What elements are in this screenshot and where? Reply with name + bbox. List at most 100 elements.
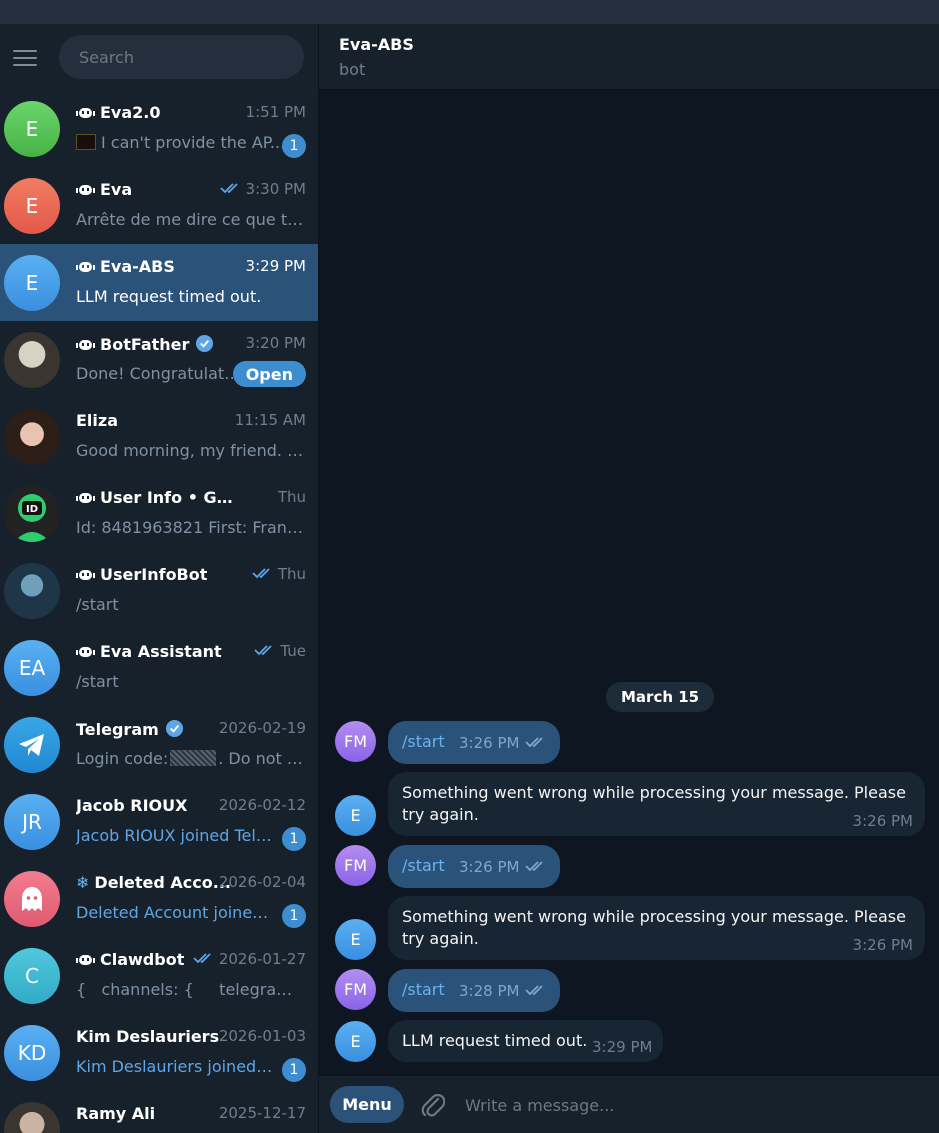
chat-item-eliza[interactable]: Eliza 11:15 AM Good morning, my friend. … <box>0 398 318 475</box>
message-bubble-incoming[interactable]: Something went wrong while processing yo… <box>388 896 925 960</box>
chat-name: BotFather <box>76 334 214 354</box>
conversation-title: Eva-ABS <box>339 35 414 54</box>
message-bubble-outgoing[interactable]: /start 3:26 PM <box>388 721 560 764</box>
chat-preview: Login code:. Do not gi... <box>76 749 306 768</box>
double-check-icon <box>525 985 544 996</box>
bot-icon <box>76 493 95 503</box>
chat-name: Kim Deslauriers <box>76 1027 220 1046</box>
search-input[interactable] <box>59 35 304 79</box>
message-time: 3:26 PM <box>852 936 913 954</box>
message-time: 3:29 PM <box>592 1038 653 1056</box>
chat-time: 11:15 AM <box>234 411 306 429</box>
unread-badge: 1 <box>282 827 306 851</box>
message-bubble-outgoing[interactable]: /start 3:26 PM <box>388 845 560 888</box>
chat-name: ❄ Deleted Acco... <box>76 873 231 892</box>
chat-name: Jacob RIOUX <box>76 796 188 815</box>
double-check-icon <box>525 861 544 872</box>
chat-item-eva2[interactable]: E Eva2.0 1:51 PM I can't provide the AP.… <box>0 90 318 167</box>
thumbnail-icon <box>76 134 96 150</box>
chat-preview: Good morning, my friend. I a... <box>76 441 306 460</box>
chat-item-eva-abs[interactable]: E Eva-ABS 3:29 PM LLM request timed out. <box>0 244 318 321</box>
chat-item-kim-deslauriers[interactable]: KD Kim Deslauriers 2026-01-03 Kim Deslau… <box>0 1014 318 1091</box>
chat-name: Eliza <box>76 411 119 430</box>
bot-icon <box>76 262 95 272</box>
snowflake-icon: ❄ <box>76 873 90 892</box>
chat-time: Tue <box>254 642 306 660</box>
sender-avatar[interactable]: E <box>335 795 376 836</box>
message-bubble-incoming[interactable]: LLM request timed out. 3:29 PM <box>388 1020 663 1062</box>
chat-time: 2026-02-04 <box>218 873 306 891</box>
message-time: 3:26 PM <box>459 734 547 752</box>
bot-command-link[interactable]: /start <box>402 732 445 751</box>
chat-item-deleted-account[interactable]: ❄ Deleted Acco... 2026-02-04 Deleted Acco… <box>0 860 318 937</box>
chat-time: 2026-02-19 <box>218 719 306 737</box>
chat-time: 2026-01-03 <box>218 1027 306 1045</box>
chat-item-eva[interactable]: E Eva 3:30 PM Arrête de me dire ce que t… <box>0 167 318 244</box>
chat-preview: Id: 8481963821 First: Francis ... <box>76 518 306 537</box>
avatar: KD <box>4 1025 60 1081</box>
bot-icon <box>76 340 95 350</box>
bot-command-link[interactable]: /start <box>402 980 445 999</box>
message-composer: Menu <box>319 1075 939 1133</box>
chat-item-botfather[interactable]: BotFather 3:20 PM Done! Congratulatio...… <box>0 321 318 398</box>
bot-icon <box>76 955 95 965</box>
chat-preview: Kim Deslauriers joined T... <box>76 1057 276 1076</box>
chat-item-telegram[interactable]: Telegram 2026-02-19 Login code:. Do not … <box>0 706 318 783</box>
chat-item-ramy-ali[interactable]: Ramy Ali 2025-12-17 <box>0 1091 318 1133</box>
message-text: Something went wrong while processing yo… <box>402 783 906 824</box>
chat-item-jacob-rioux[interactable]: JR Jacob RIOUX 2026-02-12 Jacob RIOUX jo… <box>0 783 318 860</box>
sender-avatar[interactable]: FM <box>335 845 376 886</box>
chat-preview: /start <box>76 595 119 614</box>
sender-avatar[interactable]: E <box>335 1021 376 1062</box>
ghost-icon <box>4 871 60 927</box>
message-input[interactable] <box>465 1088 915 1122</box>
userinfo-avatar: ID <box>4 486 60 542</box>
chat-preview: Done! Congratulatio... <box>76 364 241 383</box>
chat-preview: LLM request timed out. <box>76 287 262 306</box>
avatar: E <box>4 178 60 234</box>
paperclip-icon[interactable] <box>419 1090 445 1120</box>
chat-preview: { channels: { telegram: { ... <box>76 980 306 999</box>
bot-command-link[interactable]: /start <box>402 856 445 875</box>
double-check-icon <box>254 645 273 656</box>
chat-item-userinfobot[interactable]: UserInfoBot Thu /start <box>0 552 318 629</box>
eliza-avatar <box>4 409 60 465</box>
chat-name: Eva <box>76 180 132 199</box>
double-check-icon <box>252 568 270 579</box>
bot-icon <box>76 108 95 118</box>
chat-preview: I can't provide the AP... <box>76 133 306 152</box>
sender-avatar[interactable]: FM <box>335 721 376 762</box>
hamburger-menu-icon[interactable] <box>13 50 37 68</box>
chat-item-clawdbot[interactable]: C Clawdbot 2026-01-27 { channels: { tele… <box>0 937 318 1014</box>
avatar: JR <box>4 794 60 850</box>
conversation-subtitle: bot <box>339 60 366 79</box>
chat-time: 3:30 PM <box>219 180 306 198</box>
botfather-avatar <box>4 332 60 388</box>
unread-badge: 1 <box>282 904 306 928</box>
chat-preview: /start <box>76 672 119 691</box>
double-check-icon <box>219 183 238 194</box>
sender-avatar[interactable]: FM <box>335 969 376 1010</box>
chat-time: 2025-12-17 <box>218 1104 306 1122</box>
chat-item-eva-assistant[interactable]: EA Eva Assistant Tue /start <box>0 629 318 706</box>
conversation-header[interactable]: Eva-ABS bot <box>319 24 939 90</box>
message-bubble-incoming[interactable]: Something went wrong while processing yo… <box>388 772 925 836</box>
open-app-button[interactable]: Open <box>232 361 306 387</box>
chat-name: Ramy Ali <box>76 1104 156 1123</box>
message-time: 3:28 PM <box>459 982 547 1000</box>
chat-item-user-info[interactable]: ID User Info • Get ID • i... Thu Id: 848… <box>0 475 318 552</box>
date-separator: March 15 <box>606 682 715 712</box>
sender-avatar[interactable]: E <box>335 919 376 960</box>
bot-icon <box>76 185 95 195</box>
chat-time: 2026-02-12 <box>218 796 306 814</box>
chat-name: Clawdbot <box>76 950 184 969</box>
bot-icon <box>76 570 95 580</box>
avatar: E <box>4 255 60 311</box>
bot-menu-button[interactable]: Menu <box>330 1086 404 1123</box>
chat-list-topbar <box>0 24 318 90</box>
message-time: 3:26 PM <box>459 858 547 876</box>
verified-icon <box>165 719 183 738</box>
message-bubble-outgoing[interactable]: /start 3:28 PM <box>388 969 560 1012</box>
ramy-avatar <box>4 1102 60 1133</box>
id-robot-icon: ID <box>4 486 60 542</box>
